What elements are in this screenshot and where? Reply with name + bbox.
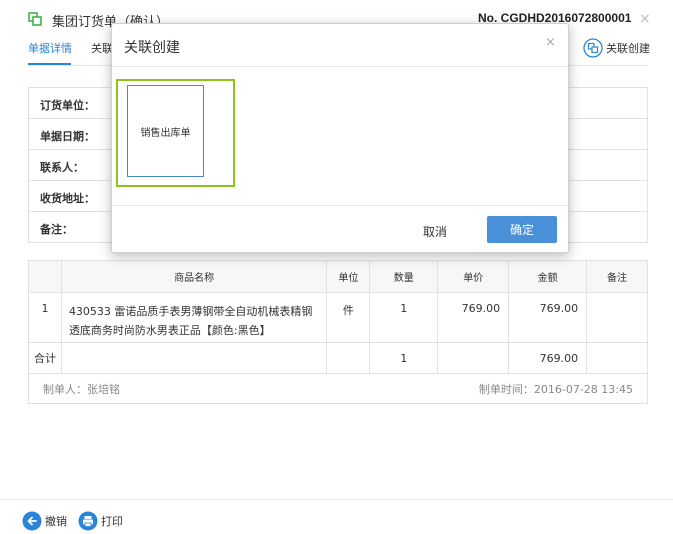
table-footer-row: 制单人：张培铭 制单时间：2016-07-28 13:45: [28, 373, 648, 404]
close-icon[interactable]: ×: [639, 12, 651, 26]
close-icon[interactable]: ×: [545, 36, 556, 50]
link-create-icon: [583, 38, 603, 58]
info-label: 备注：: [40, 223, 73, 236]
row-quantity: 1: [369, 292, 439, 343]
header-note: 备注: [586, 260, 648, 293]
row-unit: 件: [326, 292, 371, 343]
total-quantity: 1: [369, 342, 439, 374]
info-label: 订货单位：: [40, 99, 95, 112]
option-label: 销售出库单: [140, 127, 191, 139]
goods-table: 商品名称 单位 数量 单价 金额 备注 1 430533 雷诺品质手表男薄钢带全…: [28, 260, 648, 404]
total-label: 合计: [28, 342, 62, 374]
row-note: [586, 292, 648, 343]
info-label: 单据日期：: [40, 130, 95, 143]
header-index: [28, 260, 62, 293]
header-quantity: 数量: [369, 260, 439, 293]
table-row: 1 430533 雷诺品质手表男薄钢带全自动机械表精钢透底商务时尚防水男表正品【…: [28, 292, 648, 343]
dialog-footer-divider: [112, 205, 568, 206]
associate-create-label: 关联创建: [606, 42, 650, 55]
associate-create-button[interactable]: 关联创建: [583, 38, 650, 58]
total-amount: 769.00: [508, 342, 588, 374]
tab-document-details[interactable]: 单据详情: [28, 40, 72, 56]
print-button[interactable]: 打印: [78, 511, 123, 531]
associate-create-dialog: 关联创建 × 销售出库单 取消 确定: [111, 23, 569, 253]
total-row: 合计 1 769.00: [28, 342, 648, 374]
confirm-button[interactable]: 确定: [487, 216, 557, 243]
info-label: 联系人：: [40, 161, 84, 174]
undo-arrow-icon: [22, 511, 42, 531]
dialog-title: 关联创建: [124, 40, 180, 56]
row-amount: 769.00: [508, 292, 588, 343]
row-index: 1: [28, 292, 62, 343]
option-sales-outbound[interactable]: 销售出库单: [127, 85, 204, 177]
document-copy-icon: [28, 12, 42, 26]
undo-label: 撤销: [45, 515, 67, 528]
undo-button[interactable]: 撤销: [22, 511, 67, 531]
printer-icon: [78, 511, 98, 531]
bottom-divider: [0, 499, 673, 500]
header-amount: 金额: [508, 260, 588, 293]
header-unit-price: 单价: [437, 260, 510, 293]
table-header-row: 商品名称 单位 数量 单价 金额 备注: [28, 260, 648, 293]
document-maker: 制单人：张培铭: [43, 382, 120, 396]
header-product-name: 商品名称: [60, 260, 328, 293]
row-product-name: 430533 雷诺品质手表男薄钢带全自动机械表精钢透底商务时尚防水男表正品【颜色…: [60, 292, 328, 343]
cancel-button[interactable]: 取消: [423, 223, 447, 240]
dialog-header-divider: [112, 66, 568, 67]
info-label: 收货地址：: [40, 192, 95, 205]
header-unit: 单位: [326, 260, 371, 293]
print-label: 打印: [101, 515, 123, 528]
row-unit-price: 769.00: [437, 292, 510, 343]
tab-associated[interactable]: 关联: [91, 40, 113, 56]
document-time: 制单时间：2016-07-28 13:45: [478, 382, 633, 396]
